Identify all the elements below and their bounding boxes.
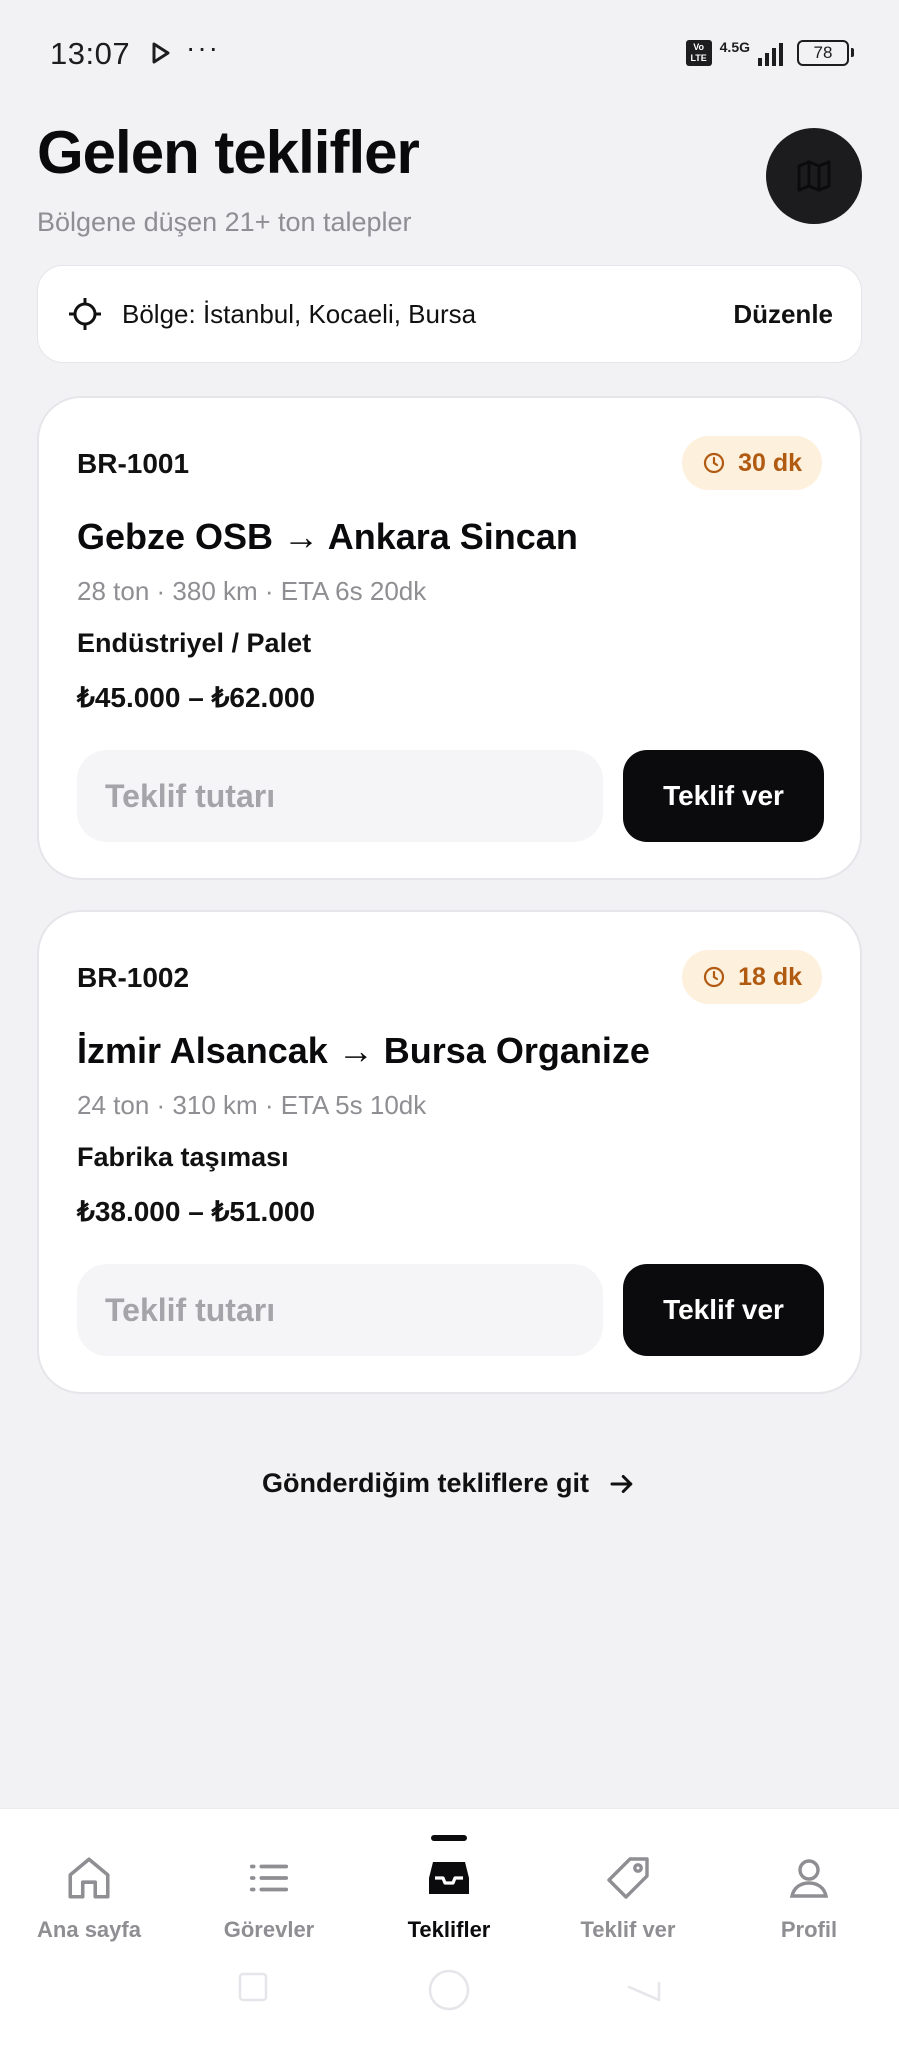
offer-route: İzmir Alsancak → Bursa Organize <box>77 1030 650 1071</box>
nav-item-home[interactable]: Ana sayfa <box>0 1809 179 1959</box>
offer-cargo: Endüstriyel / Palet <box>77 628 312 658</box>
map-icon <box>797 160 831 192</box>
offer-id: BR-1001 <box>77 448 190 479</box>
recent-apps-icon[interactable] <box>237 1971 269 2003</box>
nav-item-tasks[interactable]: Görevler <box>179 1809 359 1959</box>
back-icon[interactable] <box>626 1973 662 2003</box>
offer-amount-input[interactable] <box>77 1264 603 1356</box>
nav-item-offers[interactable]: Teklifler <box>359 1809 539 1959</box>
region-bar: Bölge: İstanbul, Kocaeli, Bursa Düzenle <box>37 265 862 363</box>
region-label: Bölge: İstanbul, Kocaeli, Bursa <box>122 298 477 329</box>
inbox-icon <box>425 1851 473 1905</box>
nav-label: Profil <box>780 1917 838 1942</box>
more-dots-icon: ··· <box>186 32 220 63</box>
offer-meta: 24 ton · 310 km · ETA 5s 10dk <box>77 1090 427 1120</box>
home-system-icon[interactable] <box>426 1967 472 2013</box>
signal-icon <box>758 40 783 66</box>
submit-offer-button[interactable]: Teklif ver <box>623 1264 824 1356</box>
arrow-right-icon <box>610 1474 633 1493</box>
sent-offers-label: Gönderdiğim tekliflere git <box>261 1468 590 1498</box>
time-left-badge: 18 dk <box>682 950 822 1004</box>
offer-card: BR-1001 30 dk Gebze OSB → Ankara Sincan … <box>37 396 862 880</box>
submit-offer-button[interactable]: Teklif ver <box>623 750 824 842</box>
offer-route: Gebze OSB → Ankara Sincan <box>77 516 578 557</box>
region-edit-button[interactable]: Düzenle <box>733 299 833 330</box>
map-button[interactable] <box>766 128 862 224</box>
time-left-label: 30 dk <box>738 448 802 477</box>
offer-price-range: ₺45.000 – ₺62.000 <box>77 682 316 713</box>
status-time: 13:07 <box>50 36 131 71</box>
clock-icon <box>703 966 725 988</box>
nav-label: Teklif ver <box>580 1917 676 1942</box>
status-indicators: Vo LTE 4.5G 78 <box>685 38 854 68</box>
nav-item-make-offer[interactable]: Teklif ver <box>538 1809 718 1959</box>
offer-cargo: Fabrika taşıması <box>77 1142 289 1172</box>
sent-offers-link[interactable]: Gönderdiğim tekliflere git <box>0 1468 899 1499</box>
system-nav-bar <box>0 1961 899 2041</box>
battery-icon: 78 <box>797 40 854 66</box>
nav-label: Görevler <box>223 1917 315 1942</box>
list-icon <box>246 1851 292 1905</box>
play-icon <box>152 42 170 64</box>
page-title: Gelen teklifler <box>37 119 420 186</box>
offer-meta: 28 ton · 380 km · ETA 6s 20dk <box>77 576 427 606</box>
nav-label: Ana sayfa <box>37 1917 141 1942</box>
network-type: 4.5G <box>719 39 750 55</box>
page-subtitle: Bölgene düşen 21+ ton talepler <box>37 207 412 237</box>
nav-item-profile[interactable]: Profil <box>719 1809 899 1959</box>
time-left-badge: 30 dk <box>682 436 822 490</box>
offer-price-range: ₺38.000 – ₺51.000 <box>77 1196 316 1227</box>
user-icon <box>785 1851 833 1905</box>
status-bar: 13:07 ··· Vo LTE 4.5G 78 <box>0 0 899 106</box>
tag-icon <box>604 1851 652 1905</box>
time-left-label: 18 dk <box>738 962 802 991</box>
bottom-nav: Ana sayfa Görevler Teklifler Teklif ver … <box>0 1808 899 2048</box>
active-tab-indicator <box>431 1835 467 1841</box>
offer-id: BR-1002 <box>77 962 190 993</box>
volte-icon: Vo LTE <box>685 40 712 66</box>
crosshair-icon <box>68 297 102 331</box>
offer-amount-input[interactable] <box>77 750 603 842</box>
nav-label: Teklifler <box>407 1917 491 1942</box>
home-icon <box>64 1851 114 1905</box>
offer-card: BR-1002 18 dk İzmir Alsancak → Bursa Org… <box>37 910 862 1394</box>
clock-icon <box>703 452 725 474</box>
